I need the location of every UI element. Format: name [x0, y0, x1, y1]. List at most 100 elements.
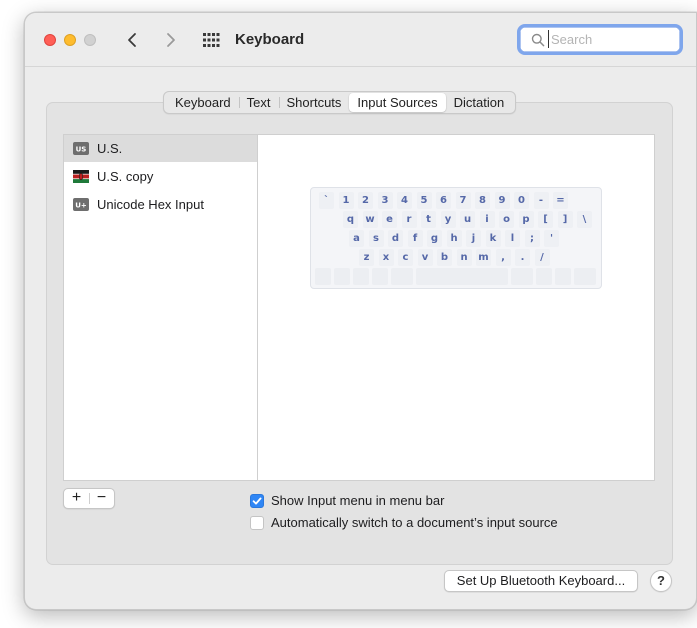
tab-input-sources[interactable]: Input Sources	[349, 93, 446, 112]
keyboard-key: '	[544, 230, 559, 247]
back-button[interactable]	[121, 27, 145, 53]
keyboard-key	[315, 268, 331, 285]
keyboard-key: 0	[514, 192, 529, 209]
keyboard-key	[574, 268, 596, 285]
keyboard-key: 1	[338, 192, 354, 209]
keyboard-row	[315, 268, 597, 286]
search-field[interactable]	[517, 24, 683, 55]
keyboard-key: d	[388, 230, 403, 247]
keyboard-row: q w e r t y u i o p[] \	[315, 211, 597, 229]
keyboard-key: -	[533, 192, 549, 209]
keyboard-key: ]	[557, 211, 573, 228]
keyboard-key: ;	[524, 230, 540, 247]
keyboard-key: z	[359, 249, 374, 266]
list-item-label: U.S. copy	[97, 169, 154, 184]
keyboard-key: n	[456, 249, 472, 266]
minimize-window-button[interactable]	[64, 34, 76, 46]
keyboard-key: c	[398, 249, 413, 266]
keyboard-key: 7	[455, 192, 471, 209]
keyboard-key: y	[440, 211, 456, 228]
keyboard-key: 5	[416, 192, 432, 209]
set-up-bluetooth-keyboard-button[interactable]: Set Up Bluetooth Keyboard...	[444, 570, 638, 592]
keyboard-key: t	[421, 211, 436, 228]
keyboard-layout-preview: ` 1 2 3 4 5 6 7 8 9 0- = q w e r t y u i o p[] \ a s d f g h j k l; ' z x c…	[310, 187, 602, 289]
keyboard-key	[555, 268, 571, 285]
preferences-window: Keyboard Keyboard Text Shortcuts Input S…	[24, 12, 697, 610]
keyboard-key: 6	[436, 192, 451, 209]
keyboard-key: i	[479, 211, 495, 228]
add-source-button[interactable]: +	[64, 489, 89, 508]
us-flag-icon: US	[73, 142, 89, 155]
tab-shortcuts[interactable]: Shortcuts	[278, 93, 350, 112]
keyboard-key	[416, 268, 508, 285]
list-item-unicode-hex-input[interactable]: U+ Unicode Hex Input	[64, 191, 258, 218]
keyboard-key	[536, 268, 552, 285]
help-button[interactable]: ?	[650, 570, 672, 592]
tab-dictation[interactable]: Dictation	[446, 93, 513, 112]
search-input[interactable]	[548, 30, 674, 48]
auto-switch-label: Automatically switch to a document’s inp…	[271, 515, 558, 530]
tab-text[interactable]: Text	[238, 93, 279, 112]
keyboard-key: .	[515, 249, 530, 266]
keyboard-key: 8	[475, 192, 490, 209]
tab-keyboard[interactable]: Keyboard	[167, 93, 239, 112]
keyboard-key: o	[499, 211, 514, 228]
keyboard-key	[372, 268, 388, 285]
keyboard-key: l	[505, 230, 520, 247]
remove-source-button[interactable]: −	[89, 489, 114, 508]
checkmark-icon	[252, 497, 262, 505]
keyboard-key: `	[319, 192, 334, 209]
list-item-us[interactable]: US U.S.	[64, 135, 258, 162]
keyboard-key: 2	[358, 192, 373, 209]
keyboard-row: z x c v b n m,. /	[315, 249, 597, 267]
title-bar: Keyboard	[25, 13, 696, 67]
show-all-button[interactable]	[201, 30, 221, 50]
list-item-label: U.S.	[97, 141, 123, 156]
input-source-list[interactable]: US U.S. U.S. copy U+ Unicode Hex Input	[63, 134, 258, 481]
list-item-us-copy[interactable]: U.S. copy	[64, 163, 258, 190]
keyboard-row: a s d f g h j k l; '	[315, 230, 597, 248]
search-icon	[531, 33, 545, 47]
close-window-button[interactable]	[44, 34, 56, 46]
list-item-label: Unicode Hex Input	[97, 197, 204, 212]
auto-switch-checkbox[interactable]	[250, 516, 264, 530]
keyboard-key: k	[485, 230, 501, 247]
forward-button[interactable]	[159, 27, 183, 53]
add-remove-control: + −	[63, 488, 115, 509]
keyboard-key: q	[343, 211, 358, 228]
keyboard-key: g	[427, 230, 442, 247]
keyboard-key: e	[382, 211, 397, 228]
keyboard-key: m	[476, 249, 491, 266]
keyboard-key: 4	[397, 192, 412, 209]
keyboard-key: f	[407, 230, 423, 247]
keyboard-key	[353, 268, 369, 285]
keyboard-key: /	[534, 249, 550, 266]
show-input-menu-checkbox[interactable]	[250, 494, 264, 508]
keyboard-key: 3	[377, 192, 393, 209]
chevron-right-icon	[167, 33, 175, 47]
zoom-window-button[interactable]	[84, 34, 96, 46]
keyboard-key: j	[466, 230, 481, 247]
keyboard-key: x	[378, 249, 394, 266]
show-input-menu-label: Show Input menu in menu bar	[271, 493, 445, 508]
keyboard-key: p	[518, 211, 534, 228]
kenya-flag-icon	[73, 170, 89, 183]
keyboard-key: b	[437, 249, 452, 266]
grid-icon	[203, 33, 220, 47]
keyboard-key: r	[401, 211, 417, 228]
svg-text:U+: U+	[75, 202, 87, 210]
unicode-hex-icon: U+	[73, 198, 89, 211]
keyboard-key: s	[368, 230, 384, 247]
keyboard-key	[511, 268, 533, 285]
keyboard-key: u	[460, 211, 475, 228]
tab-bar: Keyboard Text Shortcuts Input Sources Di…	[163, 91, 517, 114]
keyboard-key: ,	[495, 249, 511, 266]
keyboard-key: =	[553, 192, 568, 209]
keyboard-key: v	[417, 249, 433, 266]
keyboard-key: w	[362, 211, 378, 228]
svg-text:US: US	[76, 146, 87, 154]
keyboard-key: h	[446, 230, 462, 247]
keyboard-key	[391, 268, 413, 285]
chevron-left-icon	[128, 33, 136, 47]
keyboard-key: a	[349, 230, 364, 247]
